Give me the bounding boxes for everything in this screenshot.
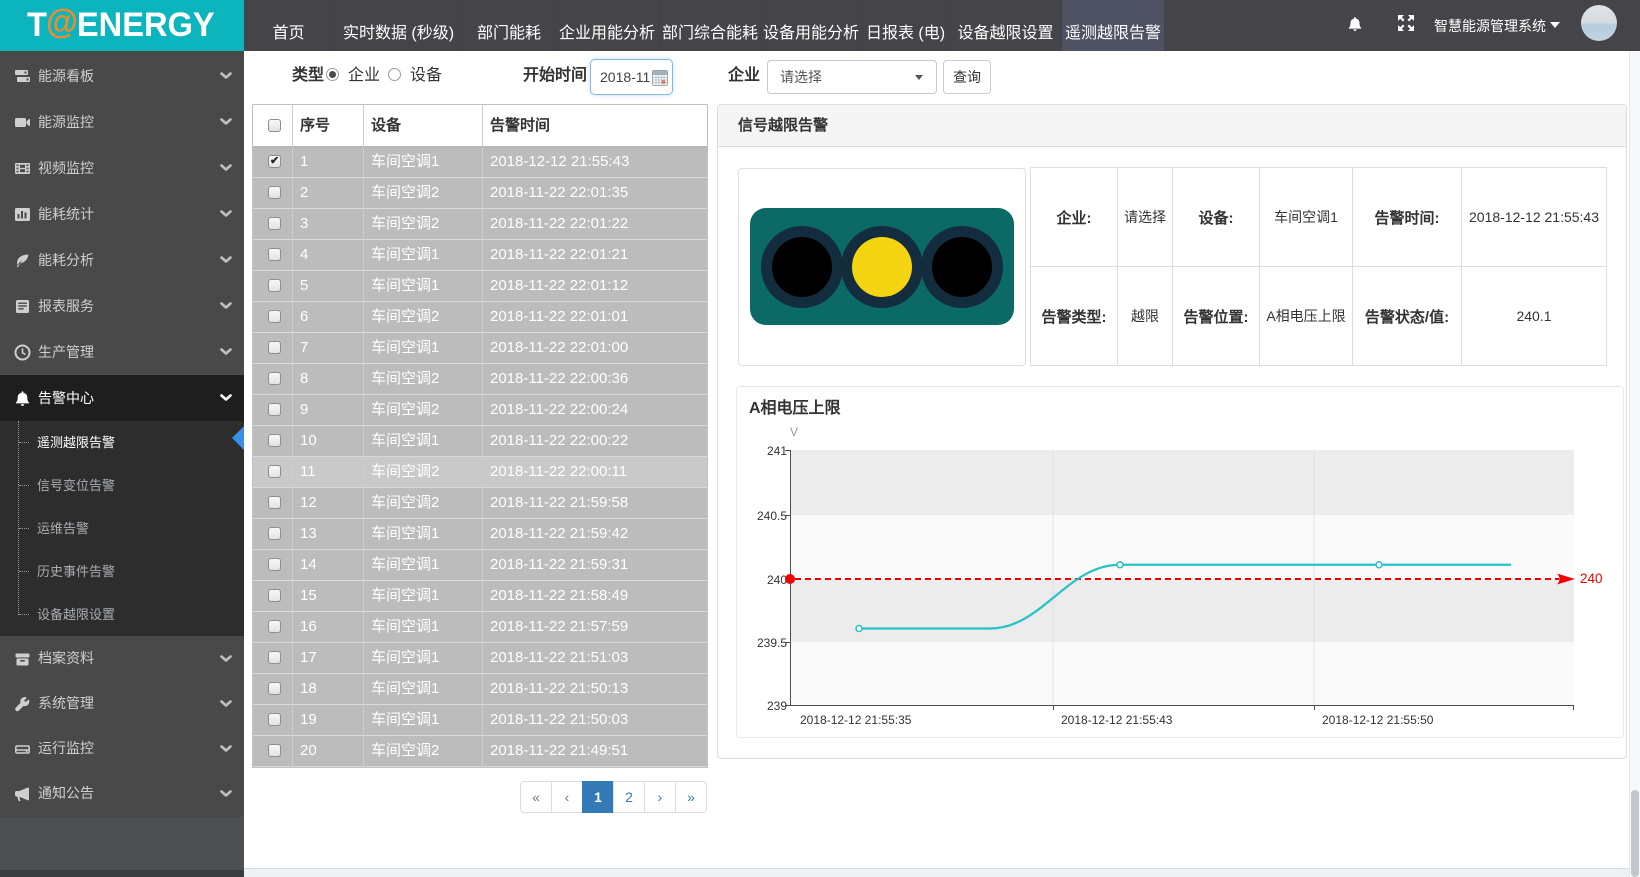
svg-text:2018-12-12 21:55:35: 2018-12-12 21:55:35 — [800, 713, 912, 727]
svg-text:V: V — [790, 425, 798, 439]
svg-text:2018-12-12 21:55:43: 2018-12-12 21:55:43 — [1061, 713, 1173, 727]
svg-text:2018-12-12 21:55:50: 2018-12-12 21:55:50 — [1322, 713, 1434, 727]
svg-text:240: 240 — [767, 573, 787, 587]
svg-text:239.5: 239.5 — [757, 636, 787, 650]
svg-text:240: 240 — [1580, 571, 1603, 586]
svg-text:241: 241 — [767, 444, 787, 458]
svg-text:239: 239 — [767, 699, 787, 713]
svg-text:240.5: 240.5 — [757, 509, 787, 523]
